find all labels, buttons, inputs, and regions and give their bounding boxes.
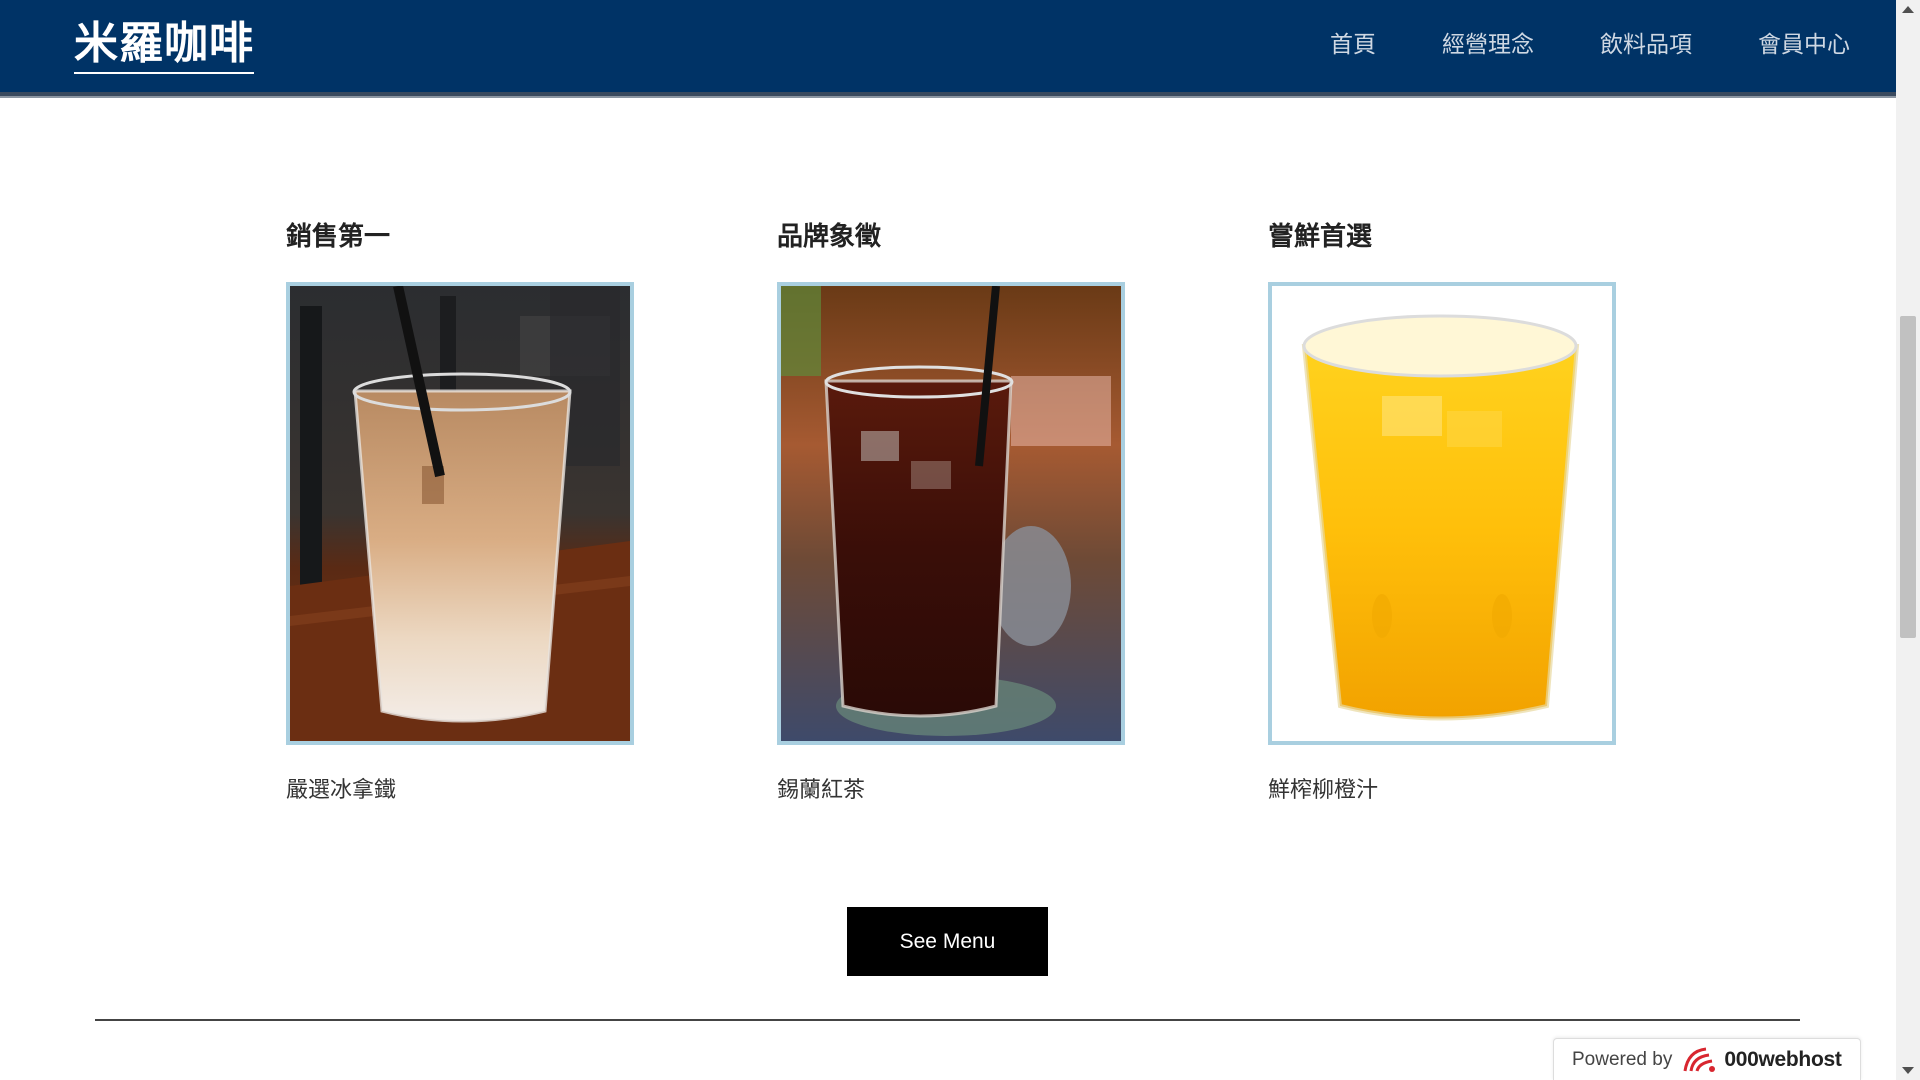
iced-latte-photo (286, 282, 634, 745)
featured-products: 銷售第一 嚴選冰拿鐵 品牌象徵 錫蘭紅茶 嘗鮮首選 鮮榨柳橙汁 (286, 218, 1666, 818)
ceylon-tea-photo (777, 282, 1125, 745)
scroll-thumb[interactable] (1900, 316, 1916, 638)
site-logo[interactable]: 米羅咖啡 (74, 18, 254, 74)
nav-item-philosophy[interactable]: 經營理念 (1442, 28, 1534, 62)
main-nav: 首頁 經營理念 飲料品項 會員中心 (1264, 28, 1850, 62)
nav-item-drinks[interactable]: 飲料品項 (1600, 28, 1692, 62)
product-name: 鮮榨柳橙汁 (1268, 778, 1379, 803)
product-name: 嚴選冰拿鐵 (286, 778, 397, 803)
product-name: 錫蘭紅茶 (777, 778, 866, 803)
nav-item-members[interactable]: 會員中心 (1758, 28, 1850, 62)
product-card: 嘗鮮首選 鮮榨柳橙汁 (1268, 218, 1618, 803)
product-title: 品牌象徵 (777, 222, 882, 252)
see-menu-button[interactable]: See Menu (847, 907, 1048, 976)
scroll-down-icon[interactable] (1902, 1067, 1914, 1074)
scroll-up-icon[interactable] (1902, 6, 1914, 13)
product-card: 銷售第一 嚴選冰拿鐵 (286, 218, 636, 803)
footer-divider (95, 1019, 1800, 1021)
product-title: 銷售第一 (286, 222, 391, 252)
site-header: 米羅咖啡 首頁 經營理念 飲料品項 會員中心 (0, 0, 1896, 96)
powered-by-label: Powered by (1572, 1048, 1673, 1070)
host-logo-icon (1683, 1047, 1716, 1072)
powered-by-badge[interactable]: Powered by 000webhost (1553, 1038, 1861, 1080)
product-card: 品牌象徵 錫蘭紅茶 (777, 218, 1127, 803)
orange-juice-photo (1268, 282, 1616, 745)
host-brand: 000webhost (1724, 1047, 1842, 1071)
vertical-scrollbar[interactable] (1896, 0, 1920, 1080)
nav-item-home[interactable]: 首頁 (1330, 28, 1376, 62)
product-title: 嘗鮮首選 (1268, 222, 1373, 252)
